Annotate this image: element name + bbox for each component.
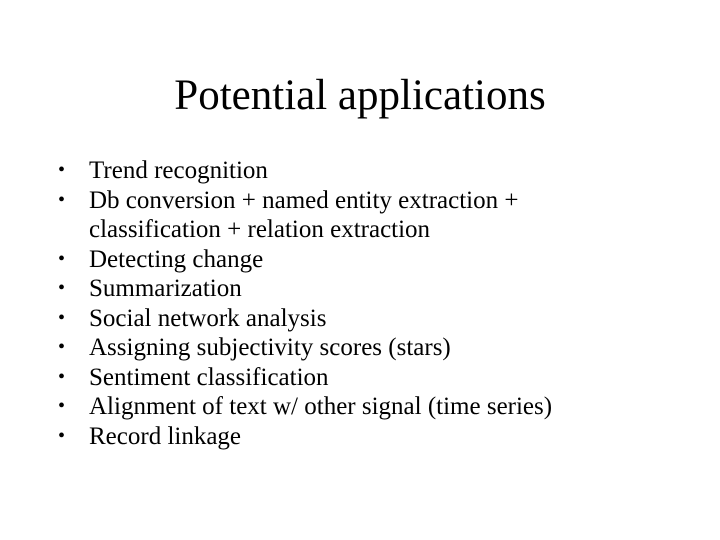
bullet-icon: • [58, 424, 66, 447]
bullet-text: Summarization [89, 275, 242, 302]
bullet-text: Record linkage [89, 422, 242, 450]
bullet-item: • Detecting change [58, 245, 658, 275]
bullet-icon: • [58, 247, 66, 270]
bullet-text: Assigning subjectivity scores (stars) [89, 334, 451, 361]
bullet-text: Alignment of text w/ other signal (time … [89, 393, 553, 420]
slide-title: Potential applications [174, 72, 546, 119]
bullet-icon: • [58, 395, 66, 417]
bullet-icon: • [58, 159, 66, 181]
bullet-item: • Alignment of text w/ other signal (tim… [58, 392, 658, 422]
bullet-text: Social network analysis [89, 304, 327, 332]
bullet-text: Trend recognition [89, 157, 268, 184]
bullet-icon: • [58, 188, 66, 211]
bullet-icon: • [58, 306, 66, 329]
bullet-text: Detecting change [89, 245, 264, 273]
bullet-icon: • [58, 277, 66, 299]
bullet-item: • Sentiment classification [58, 363, 658, 393]
bullet-icon: • [58, 365, 66, 388]
bullet-item: • Db conversion + named entity extractio… [58, 186, 658, 245]
bullet-item: • Trend recognition [58, 156, 658, 186]
bullet-item: • Record linkage [58, 422, 658, 452]
bullet-list: • Trend recognition • Db conversion + na… [58, 156, 658, 451]
bullet-icon: • [58, 336, 66, 358]
bullet-item: • Social network analysis [58, 304, 658, 334]
bullet-text: Db conversion + named entity extraction … [89, 186, 519, 244]
bullet-text: Sentiment classification [89, 363, 329, 391]
bullet-item: • Summarization [58, 274, 658, 304]
slide: Potential applications • Trend recogniti… [0, 0, 720, 540]
bullet-item: • Assigning subjectivity scores (stars) [58, 333, 658, 363]
